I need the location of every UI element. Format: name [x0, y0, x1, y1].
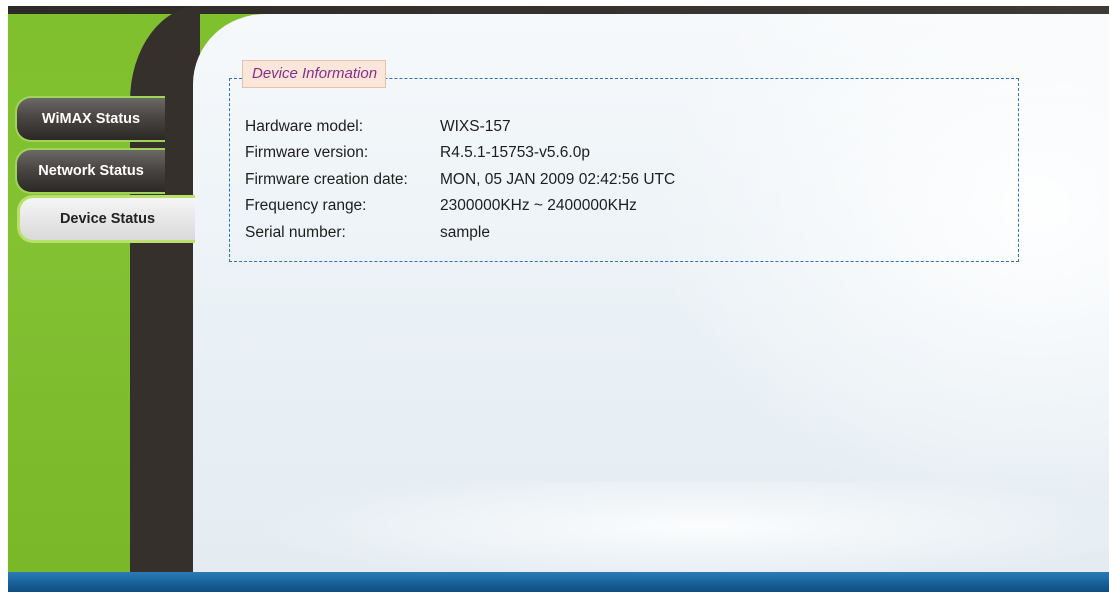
info-label: Serial number: [245, 224, 346, 241]
router-status-page: WiMAX Status Network Status Device Statu… [0, 0, 1109, 592]
info-row-hardware-model: Hardware model: WIXS-157 [245, 118, 511, 136]
info-label: Firmware version: [245, 144, 369, 161]
info-value: 2300000KHz ~ 2400000KHz [440, 197, 637, 214]
nav-network-status-label: Network Status [38, 163, 144, 179]
info-label: Firmware creation date: [245, 171, 408, 188]
nav-wimax-status[interactable]: WiMAX Status [15, 96, 165, 142]
info-value: R4.5.1-15753-v5.6.0p [440, 144, 590, 161]
nav-wimax-status-label: WiMAX Status [41, 111, 141, 127]
info-row-frequency-range: Frequency range: 2300000KHz ~ 2400000KHz [245, 197, 637, 215]
info-row-serial-number: Serial number: sample [245, 224, 490, 242]
nav-network-status[interactable]: Network Status [15, 148, 165, 194]
info-row-firmware-creation-date: Firmware creation date: MON, 05 JAN 2009 … [245, 171, 675, 189]
info-label: Hardware model: [245, 118, 364, 135]
nav-device-status-label: Device Status [59, 211, 156, 227]
info-value: WIXS-157 [440, 118, 511, 135]
info-value: sample [440, 224, 490, 241]
device-information-legend: Device Information [242, 60, 387, 88]
nav-device-status[interactable]: Device Status [17, 195, 195, 243]
info-label: Frequency range: [245, 197, 367, 214]
dark-column [130, 6, 200, 572]
info-value: MON, 05 JAN 2009 02:42:56 UTC [440, 171, 676, 188]
bottom-bar [8, 572, 1109, 592]
info-row-firmware-version: Firmware version: R4.5.1-15753-v5.6.0p [245, 144, 590, 162]
